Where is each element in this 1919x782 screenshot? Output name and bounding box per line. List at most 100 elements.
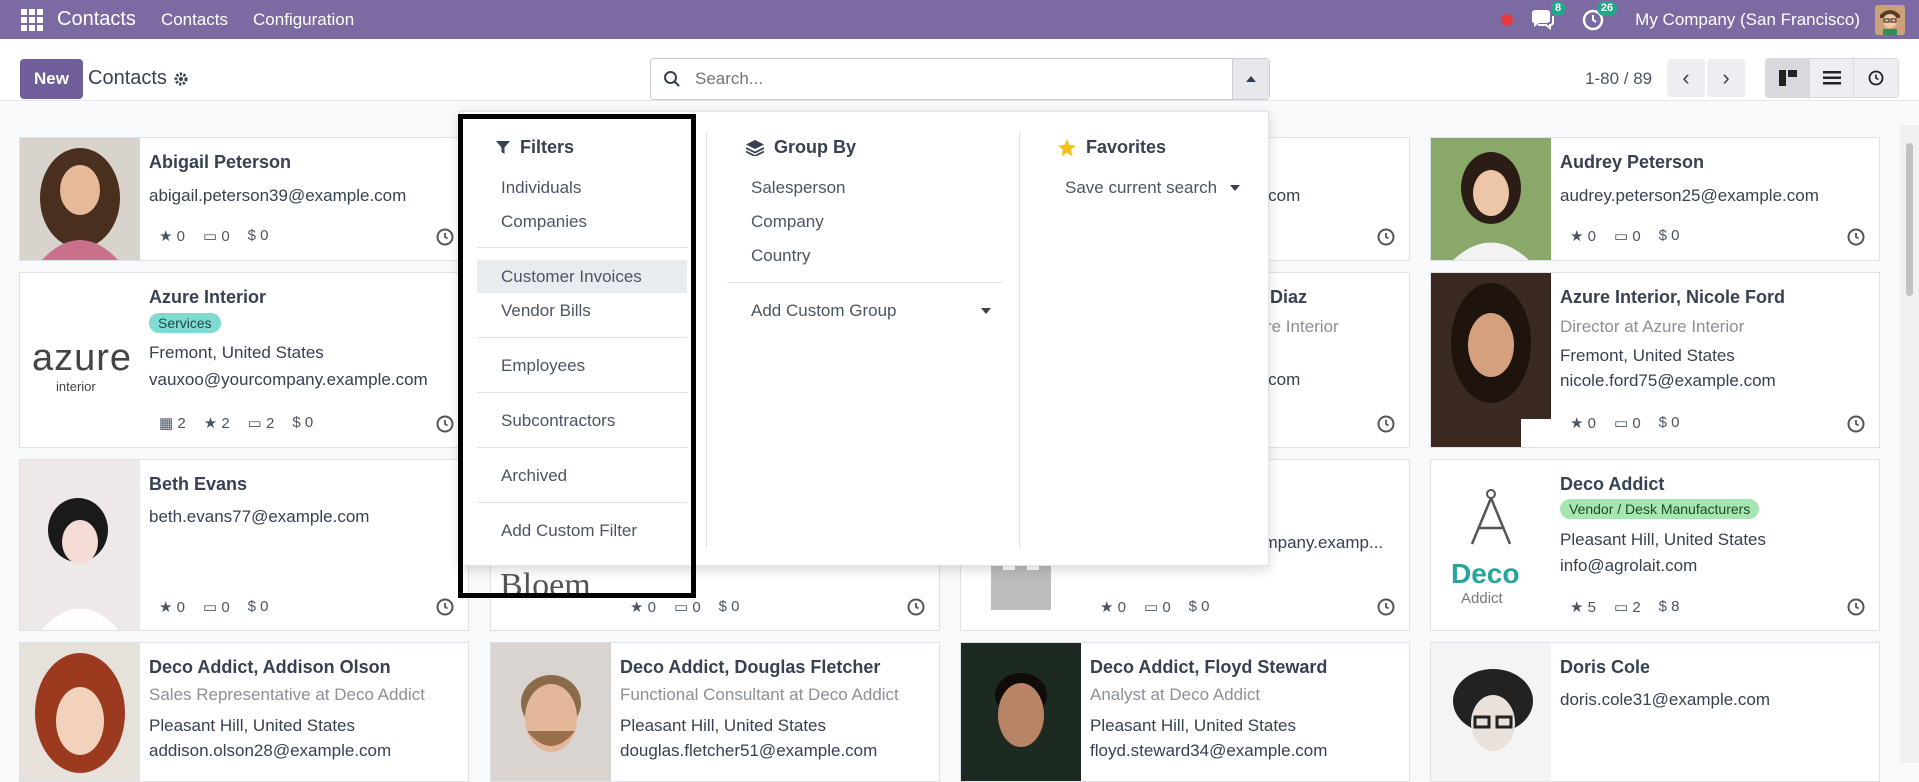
cards-stat: ▭ 0 bbox=[1143, 599, 1171, 616]
caret-down-icon bbox=[1230, 185, 1240, 191]
contact-name: Doris Cole bbox=[1560, 657, 1651, 677]
activity-clock-icon[interactable] bbox=[1377, 598, 1395, 616]
menu-contacts[interactable]: Contacts bbox=[161, 10, 228, 30]
company-logo: azure interior bbox=[20, 273, 140, 447]
layers-icon bbox=[746, 139, 764, 156]
contact-email: addison.olson28@example.com bbox=[149, 741, 392, 760]
list-view-button[interactable] bbox=[1810, 59, 1854, 97]
contact-location: Pleasant Hill, United States bbox=[620, 716, 826, 735]
contact-email: nicole.ford75@example.com bbox=[1560, 371, 1776, 390]
activities-button[interactable]: 26 bbox=[1581, 0, 1618, 33]
chevron-left-icon: ‹ bbox=[1682, 65, 1690, 90]
money-stat: $ 0 bbox=[1658, 414, 1680, 431]
cards-stat: ▭ 2 bbox=[247, 415, 275, 432]
cards-stat: ▭ 0 bbox=[202, 599, 230, 616]
contact-job-title: Sales Representative at Deco Addict bbox=[149, 685, 425, 704]
contact-photo bbox=[961, 643, 1081, 781]
money-stat: $ 0 bbox=[247, 598, 269, 615]
stars-stat: ★ 0 bbox=[1570, 228, 1596, 245]
contact-card-floyd-steward[interactable]: Deco Addict, Floyd Steward Analyst at De… bbox=[960, 642, 1410, 782]
cards-stat: ▭ 0 bbox=[1613, 415, 1641, 432]
save-current-search[interactable]: Save current search bbox=[1065, 178, 1240, 198]
activity-clock-icon[interactable] bbox=[1847, 228, 1865, 246]
favorites-header: Favorites bbox=[1058, 137, 1166, 158]
stars-stat: ★ 0 bbox=[630, 599, 656, 616]
search-input[interactable] bbox=[695, 69, 1195, 89]
user-avatar[interactable] bbox=[1875, 4, 1905, 35]
activity-clock-icon[interactable] bbox=[1847, 598, 1865, 616]
activity-clock-icon[interactable] bbox=[907, 598, 925, 616]
contact-card-azure-interior[interactable]: azure interior Azure Interior Services F… bbox=[19, 272, 469, 448]
divider bbox=[727, 282, 1002, 283]
contact-photo bbox=[1431, 643, 1551, 781]
recording-indicator-icon[interactable] bbox=[1501, 13, 1514, 26]
tag-badge: Services bbox=[149, 313, 221, 333]
contact-card-deco-addict[interactable]: Deco Addict Deco Addict Vendor / Desk Ma… bbox=[1430, 459, 1880, 631]
column-divider bbox=[706, 132, 707, 547]
activity-view-button[interactable] bbox=[1854, 59, 1898, 97]
contact-name: Azure Interior bbox=[149, 287, 267, 307]
contact-name: Beth Evans bbox=[149, 474, 248, 494]
logo-text: Deco bbox=[1451, 558, 1520, 589]
contact-photo bbox=[20, 643, 140, 781]
scrollbar-thumb[interactable] bbox=[1906, 143, 1913, 296]
money-stat: $ 0 bbox=[247, 227, 269, 244]
contact-email: abigail.peterson39@example.com bbox=[149, 186, 407, 205]
contact-email: info@agrolait.com bbox=[1560, 556, 1698, 575]
group-by-country[interactable]: Country bbox=[751, 246, 811, 266]
contact-photo bbox=[20, 460, 140, 630]
money-stat: $ 0 bbox=[718, 598, 740, 615]
activity-clock-icon[interactable] bbox=[436, 415, 454, 433]
card-stats: ★ 0 ▭ 0 $ 0 bbox=[630, 598, 740, 616]
contact-card-addison-olson[interactable]: Deco Addict, Addison Olson Sales Represe… bbox=[19, 642, 469, 782]
menu-configuration[interactable]: Configuration bbox=[253, 10, 354, 30]
contact-location: Pleasant Hill, United States bbox=[149, 716, 355, 735]
activity-clock-icon[interactable] bbox=[436, 598, 454, 616]
card-stats: ★ 0 ▭ 0 $ 0 bbox=[1570, 414, 1680, 432]
contact-location: Fremont, United States bbox=[149, 343, 324, 362]
kanban-icon bbox=[1778, 70, 1797, 86]
view-switcher bbox=[1765, 58, 1899, 98]
app-brand[interactable]: Contacts bbox=[57, 8, 136, 31]
tag-badge: Vendor / Desk Manufacturers bbox=[1560, 499, 1760, 519]
search-options-toggle[interactable] bbox=[1232, 59, 1269, 99]
activity-clock-icon[interactable] bbox=[1847, 415, 1865, 433]
apps-menu-icon[interactable] bbox=[21, 8, 43, 31]
new-button[interactable]: New bbox=[20, 59, 83, 99]
gear-icon[interactable] bbox=[173, 71, 189, 87]
pager-next-button[interactable]: › bbox=[1707, 59, 1745, 97]
pager-previous-button[interactable]: ‹ bbox=[1667, 59, 1705, 97]
add-custom-group-select[interactable]: Add Custom Group bbox=[751, 301, 991, 321]
activity-clock-icon[interactable] bbox=[1377, 415, 1395, 433]
money-stat: $ 0 bbox=[292, 414, 314, 431]
page-scrollbar[interactable] bbox=[1900, 125, 1919, 763]
activity-clock-icon bbox=[1868, 70, 1884, 86]
messages-badge: 8 bbox=[1551, 0, 1566, 16]
contact-card-abigail-peterson[interactable]: Abigail Peterson abigail.peterson39@exam… bbox=[19, 137, 469, 261]
contact-name: Abigail Peterson bbox=[149, 152, 292, 172]
group-by-company[interactable]: Company bbox=[751, 212, 824, 232]
contact-card-nicole-ford[interactable]: Azure Interior, Nicole Ford Director at … bbox=[1430, 272, 1880, 448]
caret-up-icon bbox=[1246, 76, 1256, 82]
contact-photo bbox=[1431, 273, 1551, 447]
group-by-salesperson[interactable]: Salesperson bbox=[751, 178, 846, 198]
caret-down-icon bbox=[981, 308, 991, 314]
cards-stat: ▭ 0 bbox=[673, 599, 701, 616]
activity-clock-icon[interactable] bbox=[436, 228, 454, 246]
pager-value[interactable]: 1-80 / 89 bbox=[1585, 69, 1652, 89]
contact-name: Deco Addict, Addison Olson bbox=[149, 657, 391, 677]
contact-card-beth-evans[interactable]: Beth Evans beth.evans77@example.com ★ 0 … bbox=[19, 459, 469, 631]
contact-card-douglas-fletcher[interactable]: Deco Addict, Douglas Fletcher Functional… bbox=[490, 642, 940, 782]
contact-card-doris-cole[interactable]: Doris Cole doris.cole31@example.com bbox=[1430, 642, 1880, 782]
annotation-highlight-box bbox=[458, 114, 696, 598]
kanban-view-button[interactable] bbox=[1766, 59, 1810, 97]
cards-stat: ▭ 0 bbox=[1613, 228, 1641, 245]
contact-email: audrey.peterson25@example.com bbox=[1560, 186, 1819, 205]
activity-clock-icon[interactable] bbox=[1377, 228, 1395, 246]
logo-text: azure bbox=[32, 337, 133, 379]
company-switcher[interactable]: My Company (San Francisco) bbox=[1635, 10, 1860, 30]
contact-card-audrey-peterson[interactable]: Audrey Peterson audrey.peterson25@exampl… bbox=[1430, 137, 1880, 261]
contact-email: floyd.steward34@example.com bbox=[1090, 741, 1328, 760]
messages-button[interactable]: 8 bbox=[1529, 0, 1566, 33]
search-bar bbox=[650, 58, 1270, 100]
